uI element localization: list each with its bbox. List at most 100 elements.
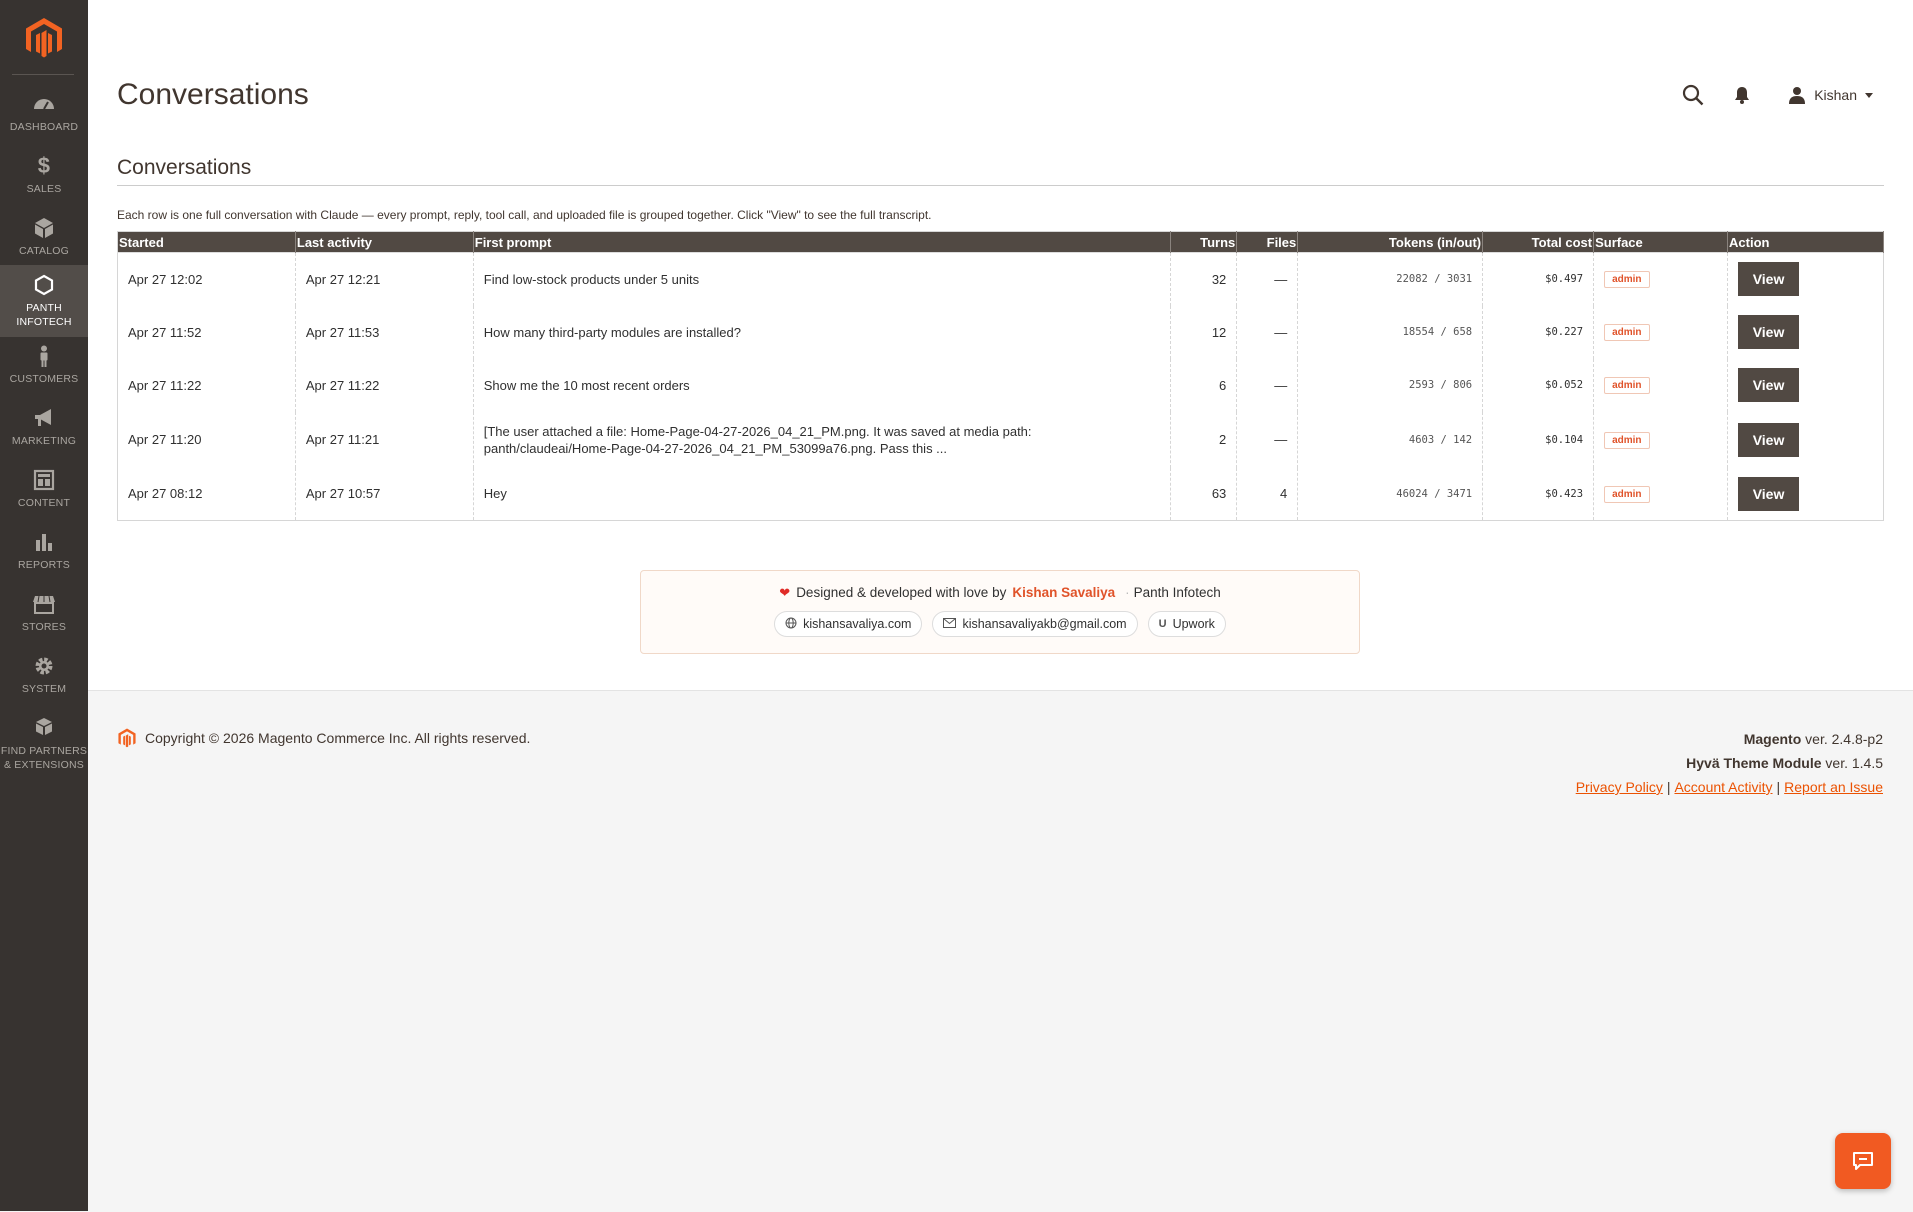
sidebar-item-customers[interactable]: CUSTOMERS xyxy=(0,338,88,394)
credit-company: Panth Infotech xyxy=(1133,585,1221,600)
sidebar-item-reports[interactable]: REPORTS xyxy=(0,524,88,580)
surface-badge: admin xyxy=(1604,377,1650,394)
chat-bubble-icon xyxy=(1853,1152,1873,1170)
report-issue-link[interactable]: Report an Issue xyxy=(1784,779,1883,795)
storefront-icon xyxy=(0,590,88,618)
credit-author-link[interactable]: Kishan Savaliya xyxy=(1012,585,1115,600)
user-name: Kishan xyxy=(1814,87,1857,103)
layout-icon xyxy=(0,466,88,494)
separator-dot: · xyxy=(1125,585,1130,600)
boxes-icon xyxy=(0,714,88,742)
sidebar-item-content[interactable]: CONTENT xyxy=(0,462,88,518)
cell-total-cost: $0.052 xyxy=(1482,358,1595,412)
column-header-turns: Turns xyxy=(1170,231,1238,253)
sidebar-item-system[interactable]: SYSTEM xyxy=(0,648,88,704)
sidebar-item-catalog[interactable]: CATALOG xyxy=(0,210,88,266)
cell-surface: admin xyxy=(1593,411,1729,468)
cell-first-prompt: Find low-stock products under 5 units xyxy=(473,252,1172,306)
sidebar-item-dashboard[interactable]: DASHBOARD xyxy=(0,86,88,142)
cell-tokens: 4603 / 142 xyxy=(1297,411,1484,468)
person-icon xyxy=(0,342,88,370)
main-content: Conversations Kishan Conversations Each … xyxy=(88,0,1913,690)
sidebar-item-label: REPORTS xyxy=(18,559,70,571)
notifications-button[interactable] xyxy=(1734,86,1750,104)
column-header-action: Action xyxy=(1727,231,1884,253)
cell-files: — xyxy=(1236,252,1299,306)
bell-icon xyxy=(1735,87,1750,104)
cell-first-prompt: Show me the 10 most recent orders xyxy=(473,358,1172,412)
sidebar-item-label: CATALOG xyxy=(18,245,70,257)
cell-surface: admin xyxy=(1593,305,1729,359)
hyva-version: Hyvä Theme Module ver. 1.4.5 xyxy=(1686,755,1883,771)
table-row: Apr 27 11:22 Apr 27 11:22 Show me the 10… xyxy=(117,358,1884,412)
sidebar-item-stores[interactable]: STORES xyxy=(0,586,88,642)
cell-tokens: 2593 / 806 xyxy=(1297,358,1484,412)
cell-action: View xyxy=(1727,252,1884,306)
sidebar-item-marketing[interactable]: MARKETING xyxy=(0,400,88,456)
surface-badge: admin xyxy=(1604,271,1650,289)
sidebar-divider xyxy=(12,74,74,75)
section-title: Conversations xyxy=(117,156,252,179)
website-link[interactable]: kishansavaliya.com xyxy=(774,611,923,637)
envelope-icon xyxy=(943,617,957,631)
surface-badge: admin xyxy=(1604,485,1650,503)
view-button[interactable]: View xyxy=(1738,262,1800,297)
column-header-surface: Surface xyxy=(1593,231,1729,253)
sidebar-item-find-partners[interactable]: FIND PARTNERS & EXTENSIONS xyxy=(0,710,88,776)
cell-files: — xyxy=(1236,358,1299,412)
table-row: Apr 27 08:12 Apr 27 10:57 Hey 63 4 46024… xyxy=(117,467,1884,521)
heart-icon: ❤ xyxy=(779,585,791,600)
user-account-menu[interactable]: Kishan xyxy=(1788,86,1873,104)
sidebar-item-panth-infotech[interactable]: PANTH INFOTECH xyxy=(0,265,88,337)
cell-started: Apr 27 08:12 xyxy=(117,467,296,521)
cell-first-prompt: Hey xyxy=(473,467,1172,521)
header-actions: Kishan xyxy=(1654,80,1873,110)
upwork-icon: U xyxy=(1158,618,1167,630)
magento-logo-icon[interactable] xyxy=(23,16,65,60)
email-link-label: kishansavaliyakb@gmail.com xyxy=(962,617,1127,631)
column-header-first-prompt: First prompt xyxy=(473,231,1172,253)
cell-last-activity: Apr 27 10:57 xyxy=(295,467,474,521)
cell-action: View xyxy=(1727,305,1884,359)
surface-badge: admin xyxy=(1604,431,1650,449)
upwork-link[interactable]: U Upwork xyxy=(1147,611,1226,637)
column-header-files: Files xyxy=(1236,231,1299,253)
surface-badge: admin xyxy=(1604,324,1650,341)
cell-last-activity: Apr 27 12:21 xyxy=(295,252,474,306)
first-prompt-line: panth/claudeai/Home-Page-04-27-2026_04_2… xyxy=(483,440,948,456)
cube-icon xyxy=(0,214,88,242)
sidebar-item-label: FIND PARTNERS xyxy=(0,745,88,757)
search-button[interactable] xyxy=(1682,84,1704,106)
view-button[interactable]: View xyxy=(1738,476,1800,511)
account-activity-link[interactable]: Account Activity xyxy=(1674,779,1772,795)
sidebar-item-label: DASHBOARD xyxy=(9,121,79,133)
website-link-label: kishansavaliya.com xyxy=(803,617,912,631)
cell-tokens: 18554 / 658 xyxy=(1297,305,1484,359)
view-button[interactable]: View xyxy=(1738,368,1800,402)
email-link[interactable]: kishansavaliyakb@gmail.com xyxy=(932,611,1138,637)
sidebar-item-sales[interactable]: $ SALES xyxy=(0,148,88,204)
version-info: Magento ver. 2.4.8-p2 Hyvä Theme Module … xyxy=(1576,727,1883,799)
cell-turns: 12 xyxy=(1170,305,1238,359)
cell-total-cost: $0.497 xyxy=(1482,252,1595,306)
table-row: Apr 27 12:02 Apr 27 12:21 Find low-stock… xyxy=(117,252,1884,306)
section-description: Each row is one full conversation with C… xyxy=(117,208,932,222)
user-icon xyxy=(1789,87,1806,104)
cell-total-cost: $0.104 xyxy=(1482,411,1595,468)
privacy-policy-link[interactable]: Privacy Policy xyxy=(1576,779,1663,795)
sidebar-item-label: PANTH xyxy=(26,302,62,314)
cell-started: Apr 27 11:22 xyxy=(117,358,296,412)
view-button[interactable]: View xyxy=(1738,315,1800,349)
cell-surface: admin xyxy=(1593,467,1729,521)
cell-action: View xyxy=(1727,358,1884,412)
credit-line: ❤ Designed & developed with love by Kishan… xyxy=(641,585,1359,601)
chat-launcher-button[interactable] xyxy=(1835,1133,1891,1189)
cell-files: — xyxy=(1236,305,1299,359)
cell-total-cost: $0.423 xyxy=(1482,467,1595,521)
legal-links: Privacy Policy | Account Activity | Report a… xyxy=(1575,779,1883,795)
search-icon xyxy=(1683,84,1704,106)
section-divider xyxy=(117,185,1884,186)
view-button[interactable]: View xyxy=(1738,422,1800,457)
sidebar-item-label: SALES xyxy=(26,183,62,195)
cell-started: Apr 27 11:52 xyxy=(117,305,296,359)
